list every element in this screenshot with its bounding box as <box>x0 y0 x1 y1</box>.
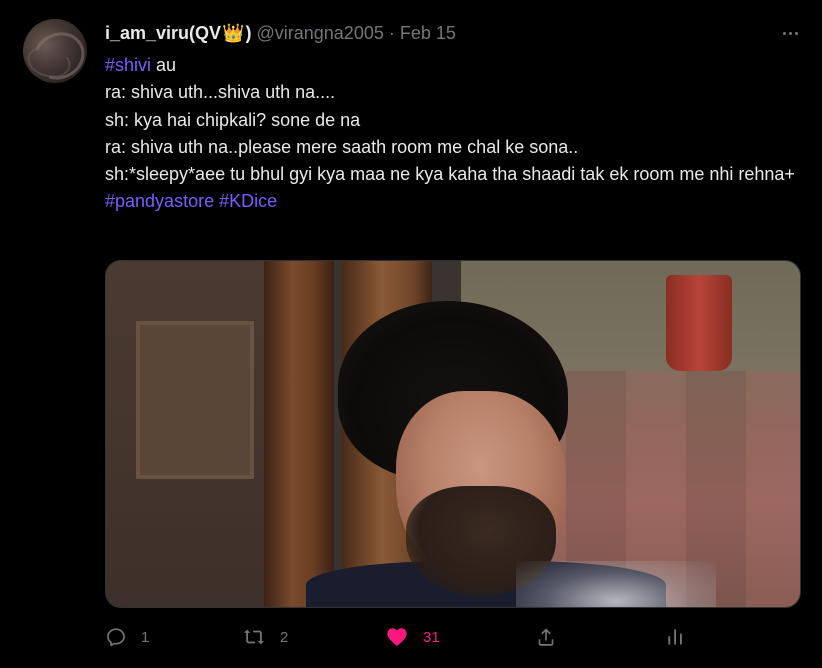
media-wooden-post <box>264 261 334 607</box>
tweet-line-text: au <box>151 55 177 75</box>
tweet-text: #shivi au ra: shiva uth...shiva uth na..… <box>105 52 805 216</box>
tweet-header: i_am_viru(QV👑) @virangna2005 · Feb 15 <box>105 22 456 44</box>
display-name[interactable]: i_am_viru(QV👑) <box>105 23 251 44</box>
separator-dot: · <box>388 22 395 43</box>
retweet-count: 2 <box>280 628 289 646</box>
like-button[interactable]: 31 <box>385 624 440 650</box>
tweet-date[interactable]: Feb 15 <box>400 23 456 44</box>
more-dot <box>794 31 798 35</box>
media-red-pot <box>666 275 732 371</box>
share-button[interactable] <box>535 624 557 650</box>
tweet-line: ra: shiva uth na..please mere saath room… <box>105 136 579 157</box>
tweet-actions: 1 2 31 <box>105 624 805 650</box>
display-name-suffix: ) <box>245 22 252 43</box>
retweet-button[interactable]: 2 <box>242 624 288 650</box>
hashtag-line: #pandyastore #KDice <box>105 188 805 215</box>
analytics-icon <box>668 629 682 645</box>
user-handle[interactable]: @virangna2005 <box>256 23 383 44</box>
media-blur <box>516 561 716 607</box>
like-count: 31 <box>423 628 440 646</box>
crown-emoji: 👑 <box>222 22 245 43</box>
more-dot <box>788 31 792 35</box>
media-image[interactable] <box>105 260 801 608</box>
tweet-line: #shivi au <box>105 52 805 79</box>
reply-icon <box>107 628 125 647</box>
reply-button[interactable]: 1 <box>105 624 149 650</box>
tweet-line: ra: shiva uth...shiva uth na.... <box>105 82 336 103</box>
hashtag-link[interactable]: #shivi <box>105 55 151 75</box>
display-name-text: i_am_viru(QV <box>105 22 222 43</box>
media-panel <box>136 321 254 479</box>
retweet-icon <box>243 629 265 645</box>
share-icon <box>538 628 554 646</box>
tweet-card[interactable]: i_am_viru(QV👑) @virangna2005 · Feb 15 #s… <box>0 0 822 668</box>
analytics-button[interactable] <box>665 624 685 650</box>
reply-count: 1 <box>141 628 150 646</box>
hashtag-link[interactable]: #KDice <box>219 191 277 211</box>
avatar[interactable] <box>23 19 87 83</box>
hashtag-link[interactable]: #pandyastore <box>105 191 214 211</box>
heart-icon <box>387 628 407 646</box>
tweet-line: sh:*sleepy*aee tu bhul gyi kya maa ne ky… <box>105 164 795 185</box>
more-dot <box>782 31 786 35</box>
more-icon[interactable] <box>778 22 802 44</box>
tweet-line: sh: kya hai chipkali? sone de na <box>105 109 361 130</box>
